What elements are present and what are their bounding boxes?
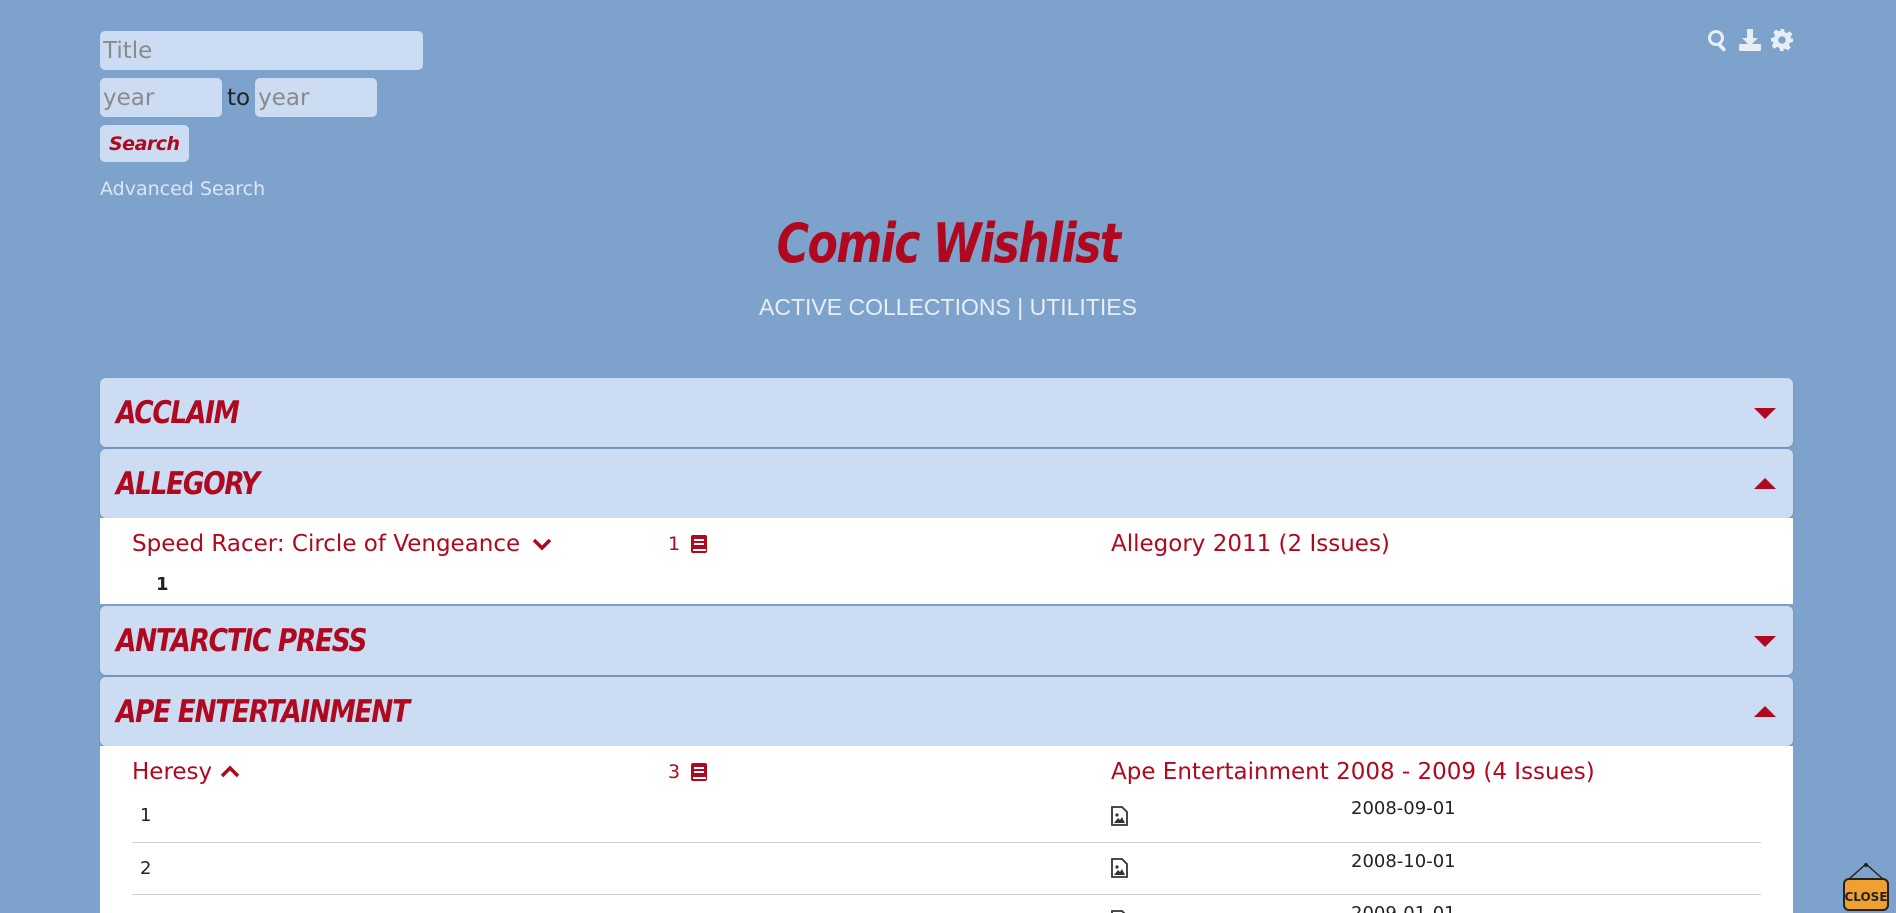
series-name[interactable]: Speed Racer: Circle of Vengeance bbox=[132, 531, 520, 557]
year-to-input[interactable] bbox=[255, 78, 378, 117]
table-row: 3 2009-01-01 bbox=[132, 894, 1761, 913]
search-button[interactable]: Search bbox=[100, 125, 189, 162]
to-label: to bbox=[227, 84, 251, 111]
book-icon bbox=[691, 535, 708, 553]
nav-active-collections[interactable]: ACTIVE COLLECTIONS bbox=[759, 294, 1011, 320]
series-row: Speed Racer: Circle of Vengeance 1 Alleg… bbox=[132, 526, 1761, 562]
chevron-down-icon[interactable] bbox=[532, 537, 552, 551]
publisher-name: Antarctic Press bbox=[116, 622, 367, 659]
gear-icon[interactable] bbox=[1770, 28, 1794, 52]
issue-date: 2009-01-01 bbox=[1351, 894, 1761, 913]
series-info: Allegory 2011 (2 Issues) bbox=[1111, 531, 1390, 557]
caret-up-icon[interactable] bbox=[1754, 705, 1776, 719]
series-count: 3 bbox=[668, 761, 1111, 783]
publisher-header-ape-entertainment[interactable]: Ape Entertainment bbox=[100, 677, 1793, 746]
issue-date: 2008-10-01 bbox=[1351, 842, 1761, 895]
year-range-row: to bbox=[100, 78, 423, 117]
series-info: Ape Entertainment 2008 - 2009 (4 Issues) bbox=[1111, 759, 1595, 785]
publisher-name: Allegory bbox=[116, 465, 260, 502]
issue-count: 3 bbox=[668, 761, 681, 783]
image-file-icon[interactable] bbox=[1111, 790, 1351, 843]
publisher-name: Acclaim bbox=[116, 394, 240, 431]
issue-number: 1 bbox=[156, 574, 169, 595]
caret-down-icon[interactable] bbox=[1754, 634, 1776, 648]
year-from-input[interactable] bbox=[100, 78, 222, 117]
issue-date: 2008-09-01 bbox=[1351, 790, 1761, 843]
top-toolbar bbox=[1706, 28, 1794, 52]
issue-number: 2 bbox=[132, 842, 1111, 895]
close-label: CLOSE bbox=[1844, 890, 1887, 904]
caret-up-icon[interactable] bbox=[1754, 477, 1776, 491]
close-badge-button[interactable]: CLOSE bbox=[1842, 862, 1890, 912]
publisher-header-allegory[interactable]: Allegory bbox=[100, 449, 1793, 518]
book-icon bbox=[691, 763, 708, 781]
issue-number: 1 bbox=[132, 790, 1111, 843]
publisher-body-ape-entertainment: Heresy 3 Ape Entertainment 2008 - 2009 (… bbox=[100, 746, 1793, 913]
download-icon[interactable] bbox=[1738, 28, 1762, 52]
series-count: 1 bbox=[668, 533, 1111, 555]
nav-utilities[interactable]: UTILITIES bbox=[1030, 294, 1137, 320]
publisher-body-allegory: Speed Racer: Circle of Vengeance 1 Alleg… bbox=[100, 518, 1793, 604]
main-nav: ACTIVE COLLECTIONS | UTILITIES bbox=[0, 294, 1896, 321]
search-icon[interactable] bbox=[1706, 28, 1730, 52]
issue-count: 1 bbox=[668, 533, 681, 555]
search-form: to Search bbox=[100, 31, 423, 162]
caret-down-icon[interactable] bbox=[1754, 406, 1776, 420]
nav-separator: | bbox=[1017, 294, 1024, 320]
publisher-header-antarctic-press[interactable]: Antarctic Press bbox=[100, 606, 1793, 675]
table-row: 1 2008-09-01 bbox=[132, 790, 1761, 843]
series-name[interactable]: Heresy bbox=[132, 759, 212, 785]
image-file-icon[interactable] bbox=[1111, 894, 1351, 913]
series-row: Heresy 3 Ape Entertainment 2008 - 2009 (… bbox=[132, 754, 1761, 790]
issue-number: 3 bbox=[132, 894, 1111, 913]
advanced-search-link[interactable]: Advanced Search bbox=[100, 178, 265, 200]
series-name-link[interactable]: Speed Racer: Circle of Vengeance bbox=[132, 531, 668, 557]
chevron-up-icon[interactable] bbox=[220, 765, 240, 779]
image-file-icon[interactable] bbox=[1111, 842, 1351, 895]
page-title: Comic Wishlist bbox=[776, 212, 1121, 275]
publisher-name: Ape Entertainment bbox=[116, 693, 410, 730]
title-search-input[interactable] bbox=[100, 31, 423, 70]
table-row: 2 2008-10-01 bbox=[132, 842, 1761, 895]
publisher-list: Acclaim Allegory Speed Racer: Circle of … bbox=[100, 378, 1793, 913]
series-name-link[interactable]: Heresy bbox=[132, 759, 668, 785]
issue-table: 1 2008-09-01 2 2008-10-01 3 2009-01-01 bbox=[132, 790, 1761, 913]
publisher-header-acclaim[interactable]: Acclaim bbox=[100, 378, 1793, 447]
